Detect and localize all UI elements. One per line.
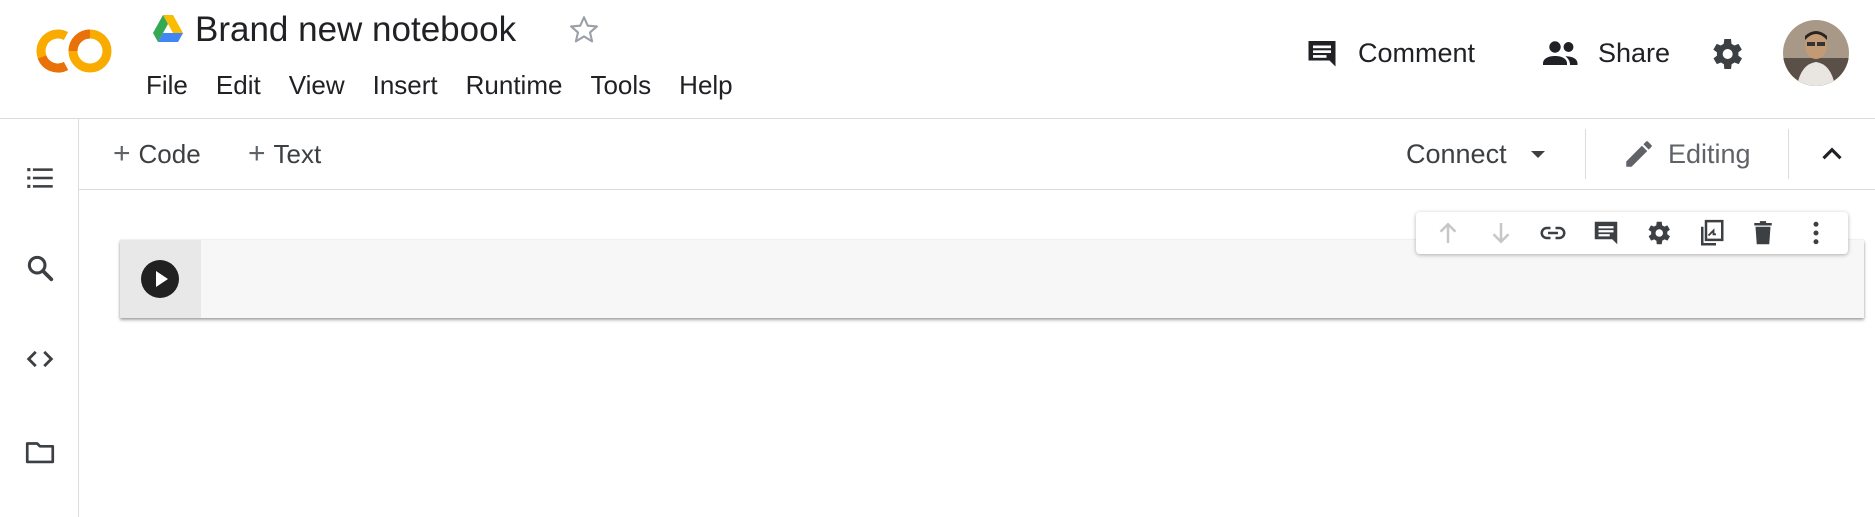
share-button[interactable]: Share [1540,30,1670,76]
files-folder-icon[interactable] [23,435,57,469]
add-code-label: Code [138,138,201,169]
plus-icon: + [113,137,131,170]
mirror-cell-icon[interactable] [1696,218,1726,248]
comment-icon[interactable] [1591,218,1621,248]
add-text-button[interactable]: + Text [248,133,321,175]
menu-help[interactable]: Help [665,66,746,104]
comment-icon [1304,35,1340,71]
search-icon[interactable] [23,251,57,285]
notebook-toolbar: + Code + Text Connect Editing [79,119,1875,190]
code-snippets-icon[interactable] [23,342,57,376]
menu-file[interactable]: File [132,66,202,104]
connect-button[interactable]: Connect [1406,133,1547,175]
more-vert-icon[interactable] [1801,218,1831,248]
connect-label: Connect [1406,138,1507,169]
menu-view[interactable]: View [275,66,359,104]
pencil-icon [1622,137,1656,171]
comment-button[interactable]: Comment [1304,30,1475,76]
caret-down-icon[interactable] [1529,148,1547,160]
editing-mode-button[interactable]: Editing [1622,133,1751,175]
colab-logo[interactable] [26,24,116,78]
notebook-title[interactable]: Brand new notebook [195,8,516,52]
chevron-up-icon[interactable] [1815,137,1849,171]
plus-icon: + [248,137,266,170]
toolbar-divider [1788,129,1789,179]
menu-runtime[interactable]: Runtime [452,66,577,104]
menu-edit[interactable]: Edit [202,66,275,104]
add-text-label: Text [273,138,322,169]
delete-icon[interactable] [1748,218,1778,248]
gear-icon[interactable] [1643,218,1673,248]
table-of-contents-icon[interactable] [23,161,57,195]
toolbar-divider [1585,129,1586,179]
link-icon[interactable] [1538,218,1568,248]
menu-tools[interactable]: Tools [576,66,665,104]
menu-insert[interactable]: Insert [359,66,452,104]
star-outline-icon[interactable] [566,12,602,48]
cell-gutter [120,240,201,318]
menu-bar: File Edit View Insert Runtime Tools Help [132,66,747,104]
google-drive-icon[interactable] [152,14,184,44]
run-cell-button[interactable] [140,259,180,299]
avatar[interactable] [1783,20,1849,86]
people-icon [1540,35,1582,71]
left-sidebar [0,119,79,517]
add-code-button[interactable]: + Code [113,133,201,175]
cell-toolbar [1416,212,1848,254]
share-label: Share [1598,37,1671,68]
arrow-up-icon[interactable] [1433,218,1463,248]
editing-label: Editing [1668,138,1751,169]
gear-icon[interactable] [1706,34,1746,74]
arrow-down-icon[interactable] [1486,218,1516,248]
comment-label: Comment [1358,37,1476,68]
